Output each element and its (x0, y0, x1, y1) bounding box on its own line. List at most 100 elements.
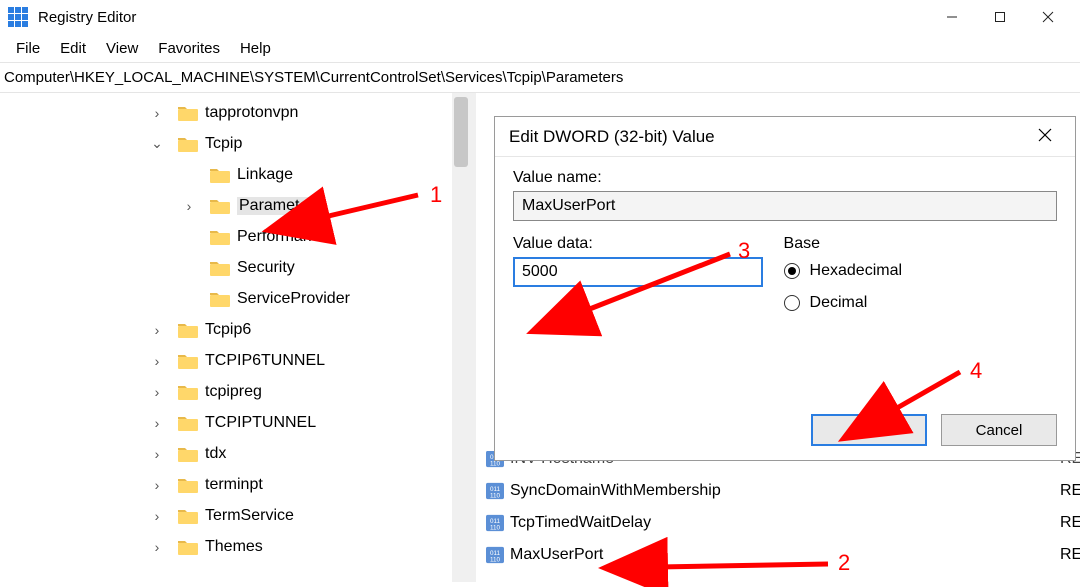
value-label: TcpTimedWaitDelay (510, 514, 1060, 532)
value-type: RE (1060, 482, 1080, 500)
tree-item-label: terminpt (205, 476, 263, 494)
menu-view[interactable]: View (96, 38, 148, 59)
tree-item-termservice[interactable]: › TermService (150, 500, 470, 531)
tree-item-label: Tcpip (205, 135, 242, 153)
tree-scrollbar[interactable] (452, 93, 470, 582)
disclosure-icon[interactable]: › (150, 415, 164, 431)
tree-item-label: Performance (237, 228, 329, 246)
disclosure-icon[interactable]: › (150, 477, 164, 493)
folder-icon (178, 384, 198, 400)
value-label: MaxUserPort (510, 546, 1060, 564)
radio-hexadecimal[interactable]: Hexadecimal (784, 257, 1047, 285)
dword-icon: 011110 (486, 514, 504, 532)
tree-item-parameters[interactable]: › Parameters (182, 190, 470, 221)
folder-icon (178, 415, 198, 431)
folder-icon (210, 229, 230, 245)
disclosure-icon[interactable]: › (150, 353, 164, 369)
tree-item-tcpipreg[interactable]: › tcpipreg (150, 376, 470, 407)
folder-icon (210, 291, 230, 307)
titlebar: Registry Editor (0, 0, 1080, 34)
base-label: Base (784, 235, 1047, 253)
cancel-button[interactable]: Cancel (941, 414, 1057, 446)
tree-item-performance[interactable]: Performance (182, 221, 470, 252)
tree-item-label: ServiceProvider (237, 290, 350, 308)
folder-icon (178, 105, 198, 121)
disclosure-icon[interactable]: › (150, 105, 164, 121)
value-type: RE (1060, 546, 1080, 564)
folder-icon (178, 446, 198, 462)
value-item-tcptimedwaitdelay[interactable]: 011110 TcpTimedWaitDelayRE (476, 507, 1080, 539)
folder-icon (178, 322, 198, 338)
value-name-label: Value name: (513, 169, 1057, 187)
radio-decimal[interactable]: Decimal (784, 289, 1047, 317)
tree-item-tcpip6tunnel[interactable]: › TCPIP6TUNNEL (150, 345, 470, 376)
minimize-button[interactable] (928, 0, 976, 34)
tree-item-label: Tcpip6 (205, 321, 251, 339)
value-item-maxuserport[interactable]: 011110 MaxUserPortRE (476, 539, 1080, 571)
disclosure-icon[interactable]: › (150, 384, 164, 400)
tree-item-label: Security (237, 259, 295, 277)
folder-icon (178, 477, 198, 493)
svg-text:110: 110 (490, 492, 501, 499)
dialog-close-button[interactable] (1029, 127, 1061, 147)
disclosure-icon[interactable]: › (150, 508, 164, 524)
radio-hex-label: Hexadecimal (810, 262, 902, 280)
tree-item-label: tapprotonvpn (205, 104, 298, 122)
folder-icon (178, 508, 198, 524)
tree-item-label: tdx (205, 445, 226, 463)
close-button[interactable] (1024, 0, 1072, 34)
folder-icon (178, 136, 198, 152)
tree-item-label: TermService (205, 507, 294, 525)
tree-item-tcpip[interactable]: ⌄ Tcpip (150, 128, 470, 159)
radio-dec-label: Decimal (810, 294, 868, 312)
edit-dword-dialog: Edit DWORD (32-bit) Value Value name: Va… (494, 116, 1076, 461)
value-label: SyncDomainWithMembership (510, 482, 1060, 500)
tree-item-themes[interactable]: › Themes (150, 531, 470, 562)
dialog-title: Edit DWORD (32-bit) Value (509, 127, 1029, 147)
folder-icon (210, 198, 230, 214)
tree-item-tcpip6[interactable]: › Tcpip6 (150, 314, 470, 345)
ok-button[interactable]: OK (811, 414, 927, 446)
tree-item-label: Themes (205, 538, 263, 556)
folder-icon (178, 539, 198, 555)
disclosure-icon[interactable]: ⌄ (150, 135, 164, 152)
tree-item-terminpt[interactable]: › terminpt (150, 469, 470, 500)
menu-help[interactable]: Help (230, 38, 281, 59)
folder-icon (210, 167, 230, 183)
dword-icon: 011110 (486, 546, 504, 564)
value-data-input[interactable] (513, 257, 763, 287)
disclosure-icon[interactable]: › (150, 539, 164, 555)
tree-item-label: Linkage (237, 166, 293, 184)
tree-item-label: TCPIPTUNNEL (205, 414, 316, 432)
tree-item-label: TCPIP6TUNNEL (205, 352, 325, 370)
menu-edit[interactable]: Edit (50, 38, 96, 59)
tree-item-tcpiptunnel[interactable]: › TCPIPTUNNEL (150, 407, 470, 438)
menubar: File Edit View Favorites Help (0, 34, 1080, 62)
tree-item-serviceprovider[interactable]: ServiceProvider (182, 283, 470, 314)
dword-icon: 011110 (486, 482, 504, 500)
tree-item-linkage[interactable]: Linkage (182, 159, 470, 190)
svg-text:110: 110 (490, 524, 501, 531)
tree-item-label: Parameters (237, 197, 324, 215)
regedit-icon (8, 7, 28, 27)
svg-text:110: 110 (490, 460, 501, 467)
tree-item-label: tcpipreg (205, 383, 262, 401)
window-title: Registry Editor (38, 9, 928, 26)
value-name-input (513, 191, 1057, 221)
value-item-syncdomainwithmembership[interactable]: 011110 SyncDomainWithMembershipRE (476, 475, 1080, 507)
tree-item-security[interactable]: Security (182, 252, 470, 283)
address-bar[interactable]: Computer\HKEY_LOCAL_MACHINE\SYSTEM\Curre… (0, 62, 1080, 93)
maximize-button[interactable] (976, 0, 1024, 34)
disclosure-icon[interactable]: › (150, 322, 164, 338)
folder-icon (178, 353, 198, 369)
svg-text:110: 110 (490, 556, 501, 563)
menu-favorites[interactable]: Favorites (148, 38, 230, 59)
disclosure-icon[interactable]: › (150, 446, 164, 462)
menu-file[interactable]: File (6, 38, 50, 59)
value-type: RE (1060, 514, 1080, 532)
tree-item-tapprotonvpn[interactable]: › tapprotonvpn (150, 97, 470, 128)
tree-item-tdx[interactable]: › tdx (150, 438, 470, 469)
disclosure-icon[interactable]: › (182, 198, 196, 214)
value-data-label: Value data: (513, 235, 780, 253)
tree-pane[interactable]: › tapprotonvpn ⌄ Tcpip Linkage › Parameters Per… (0, 93, 470, 582)
